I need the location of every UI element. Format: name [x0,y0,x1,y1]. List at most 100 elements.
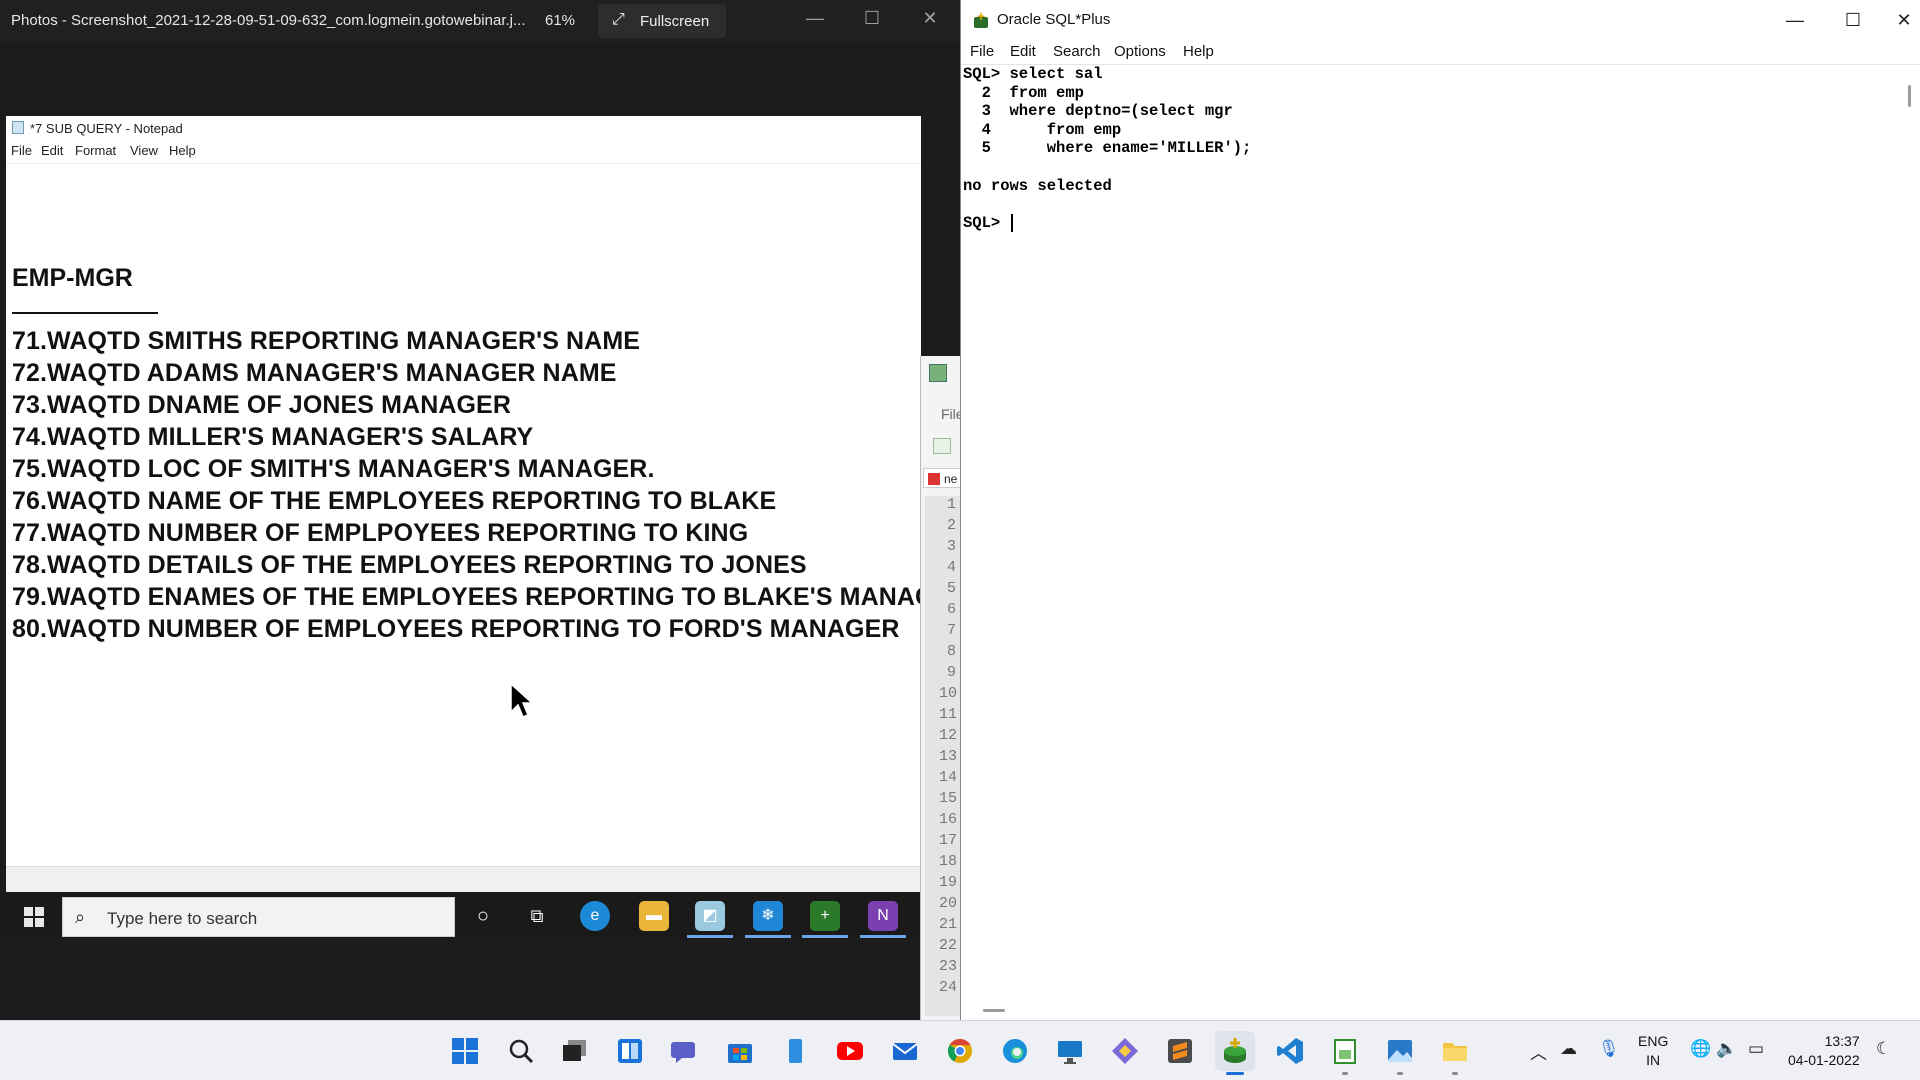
file-explorer-button[interactable] [1435,1031,1475,1071]
edge-button[interactable] [995,1031,1035,1071]
vscode-button[interactable] [1270,1031,1310,1071]
active-indicator [687,935,733,938]
sqlplus-window: + Oracle SQL*Plus — ☐ ✕ File Edit Search… [960,0,1920,1020]
widgets-icon [618,1039,642,1063]
line-number: 14 [939,769,958,786]
line-number: 6 [947,601,957,618]
notepad-plus-button[interactable] [1325,1031,1365,1071]
line-number: 9 [947,664,957,681]
console-line: SQL> select sal [963,65,1103,83]
notepad-window: *7 SUB QUERY - Notepad File Edit Format … [6,116,934,892]
console-prompt: SQL> [963,213,1010,232]
volume-icon[interactable]: 🔈 [1716,1039,1737,1059]
phone-icon [789,1039,802,1063]
microphone-icon[interactable]: 🎙 [1598,1039,1620,1059]
text-line: 73.WAQTD DNAME OF JONES MANAGER [12,391,511,419]
new-file-icon [933,438,951,454]
youtube-button[interactable] [830,1031,870,1071]
notepad-icon [12,121,24,134]
menu-edit[interactable]: Edit [1010,43,1036,60]
fullscreen-button[interactable]: ⤢ Fullscreen [598,4,726,38]
editor-tab-label: ne [944,472,958,486]
notepad-titlebar: *7 SUB QUERY - Notepad [6,116,921,138]
line-number: 21 [939,916,958,933]
mail-icon [892,1043,918,1060]
language-indicator[interactable]: ENG IN [1638,1032,1668,1070]
onedrive-icon[interactable]: ☁ [1560,1039,1577,1059]
close-icon[interactable]: ✕ [1889,6,1919,34]
clock[interactable]: 13:37 04-01-2022 [1788,1032,1860,1070]
notepad-menu-format: Format [75,143,117,158]
chevron-up-icon[interactable]: ︿ [1530,1039,1547,1064]
notepad-menu-file: File [11,143,32,158]
notepad-menu-view: View [130,143,158,158]
notepad-menu-help: Help [169,143,196,158]
notepad-plus-icon [1334,1039,1356,1064]
git-button[interactable] [1105,1031,1145,1071]
inner-taskbar: ⌕ Type here to search ○ ⧉ e ▬ ◩ ❄ + N [0,893,921,939]
region-code: IN [1646,1052,1661,1068]
chrome-button[interactable] [940,1031,980,1071]
windows-logo-icon [14,901,52,931]
horizontal-scrollbar[interactable] [961,1000,1920,1020]
microsoft-store-button[interactable] [720,1031,760,1071]
running-indicator [1452,1072,1458,1075]
console-line: 3 where deptno=(select mgr [963,102,1233,121]
mouse-pointer-icon [509,682,535,725]
remote-desktop-button[interactable] [1050,1031,1090,1071]
line-number: 1 [947,496,957,513]
start-button[interactable] [445,1031,485,1071]
sql-plus-taskbar-button[interactable] [1215,1031,1255,1071]
battery-icon[interactable]: ▭ [1748,1039,1764,1059]
console-line: no rows selected [963,176,1112,195]
editor-menu-file: File [941,406,960,422]
console-line: 5 where ename='MILLER'); [963,139,1252,158]
date: 04-01-2022 [1788,1052,1860,1068]
notification-moon-icon[interactable]: ☾ [1876,1039,1891,1059]
menu-file[interactable]: File [970,43,994,60]
vertical-scrollbar[interactable] [1898,65,1920,1005]
photos-window-title: Photos - Screenshot_2021-12-28-09-51-09-… [11,12,526,29]
maximize-icon[interactable]: ☐ [1830,6,1876,34]
photos-titlebar[interactable]: Photos - Screenshot_2021-12-28-09-51-09-… [0,0,960,42]
line-number: 2 [947,517,957,534]
photos-taskbar-button[interactable] [1380,1031,1420,1071]
divider [6,163,921,164]
text-line: 72.WAQTD ADAMS MANAGER'S MANAGER NAME [12,359,617,387]
scrollbar-thumb[interactable] [1908,85,1911,107]
teams-chat-button[interactable] [665,1031,705,1071]
maximize-icon[interactable]: ☐ [852,8,892,29]
onenote-icon: N [868,901,898,931]
cortana-icon: ○ [476,905,490,927]
widgets-button[interactable] [610,1031,650,1071]
console-line: 2 from emp [963,83,1084,102]
phone-link-button[interactable] [775,1031,815,1071]
sqlplus-titlebar[interactable]: + Oracle SQL*Plus — ☐ ✕ [961,0,1920,40]
menu-help[interactable]: Help [1183,43,1214,60]
minimize-icon[interactable]: — [1772,6,1818,34]
task-view-button[interactable] [555,1031,595,1071]
sqlplus-app-icon: + [972,8,990,28]
menu-search[interactable]: Search [1053,43,1101,60]
task-view-icon [563,1040,586,1061]
folder-icon [1443,1043,1467,1061]
line-number: 22 [939,937,958,954]
chrome-icon [947,1039,972,1063]
task-view-icon: ⧉ [530,906,544,926]
sublime-text-button[interactable] [1160,1031,1200,1071]
globe-icon[interactable]: 🌐 [1690,1039,1711,1059]
notepad-statusbar [6,866,921,892]
scrollbar-thumb[interactable] [983,1009,1005,1012]
line-number: 12 [939,727,958,744]
edge-icon [1003,1039,1027,1063]
photo-image: *7 SUB QUERY - Notepad File Edit Format … [0,116,960,1020]
sql-console[interactable]: SQL> select sal 2 from emp 3 where deptn… [961,65,1898,1000]
search-button[interactable] [501,1031,541,1071]
menu-options[interactable]: Options [1114,43,1166,60]
close-icon[interactable]: ✕ [910,8,950,29]
minimize-icon[interactable]: — [795,8,835,29]
sublime-icon [1168,1039,1192,1063]
mail-button[interactable] [885,1031,925,1071]
editor-tab: ne [923,468,960,488]
photos-icon [1388,1040,1412,1062]
